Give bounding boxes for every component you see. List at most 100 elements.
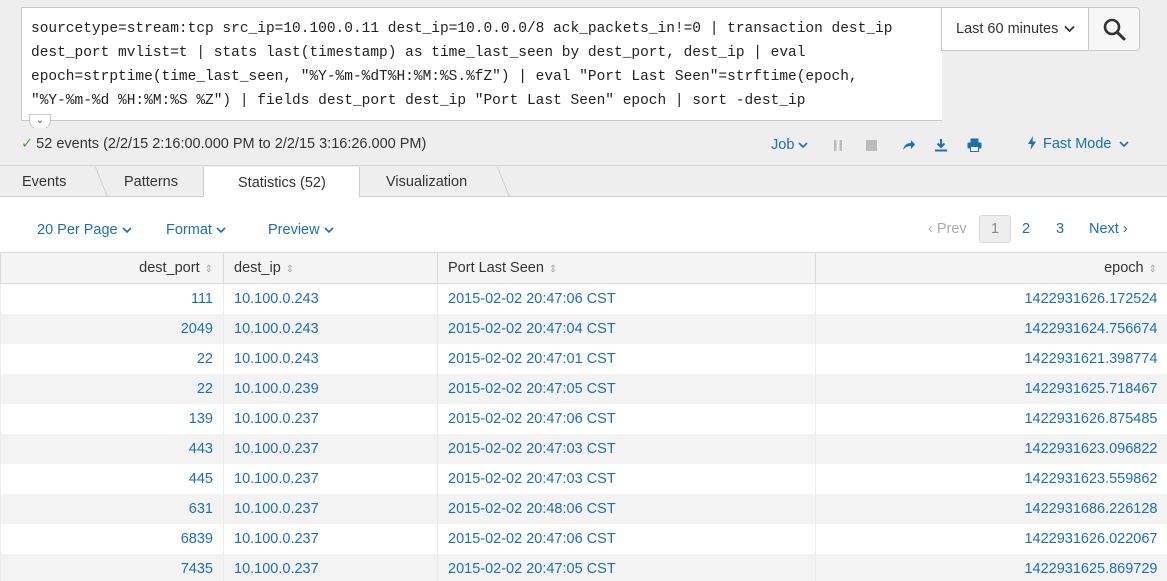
sort-icon: ⇕ (285, 264, 295, 275)
sort-icon: ⇕ (1148, 264, 1157, 275)
job-menu[interactable]: Job (771, 137, 808, 153)
search-button[interactable] (1088, 7, 1140, 51)
table-row: 445 10.100.0.237 2015-02-02 20:47:03 CST… (0, 463, 1167, 494)
pagination-page[interactable]: 3 (1056, 215, 1064, 243)
cell-dest-ip[interactable]: 10.100.0.237 (223, 403, 438, 434)
tab-visualization[interactable]: Visualization (386, 167, 467, 197)
cell-epoch[interactable]: 1422931625.869729 (815, 553, 1167, 581)
pagination-page[interactable]: 1 (979, 215, 1011, 243)
pagination-page[interactable]: 2 (1022, 215, 1030, 243)
format-menu[interactable]: Format (166, 222, 226, 238)
time-range-picker[interactable]: Last 60 minutes (941, 7, 1089, 51)
cell-port-last-seen[interactable]: 2015-02-02 20:47:04 CST (437, 313, 816, 344)
sort-icon: ⇕ (548, 264, 558, 275)
cell-dest-ip[interactable]: 10.100.0.237 (223, 493, 438, 524)
cell-dest-ip[interactable]: 10.100.0.243 (223, 313, 438, 344)
cell-dest-ip[interactable]: 10.100.0.243 (223, 343, 438, 374)
search-query-input[interactable]: sourcetype=stream:tcp src_ip=10.100.0.11… (31, 17, 931, 113)
tab-divider (496, 167, 511, 197)
table-row: 2049 10.100.0.243 2015-02-02 20:47:04 CS… (0, 313, 1167, 344)
sort-icon: ⇕ (204, 264, 213, 275)
column-header-epoch[interactable]: epoch ⇕ (815, 252, 1167, 284)
cell-port-last-seen[interactable]: 2015-02-02 20:47:05 CST (437, 553, 816, 581)
per-page-menu[interactable]: 20 Per Page (37, 222, 132, 238)
cell-epoch[interactable]: 1422931625.718467 (815, 373, 1167, 404)
search-bar: sourcetype=stream:tcp src_ip=10.100.0.11… (0, 0, 1167, 130)
cell-dest-ip[interactable]: 10.100.0.243 (223, 283, 438, 314)
table-row: 6839 10.100.0.237 2015-02-02 20:47:06 CS… (0, 523, 1167, 554)
cell-port-last-seen[interactable]: 2015-02-02 20:47:01 CST (437, 343, 816, 374)
cell-port-last-seen[interactable]: 2015-02-02 20:47:03 CST (437, 433, 816, 464)
search-icon (1103, 18, 1126, 41)
cell-dest-port[interactable]: 631 (0, 493, 224, 524)
tab-label: Events (22, 174, 67, 190)
table-row: 7435 10.100.0.237 2015-02-02 20:47:05 CS… (0, 553, 1167, 581)
prev-label: Prev (936, 221, 967, 237)
preview-menu[interactable]: Preview (268, 222, 334, 238)
statistics-panel: 20 Per Page Format Preview ‹ Prev 1 2 3 N… (0, 197, 1167, 581)
stop-icon[interactable] (862, 136, 880, 154)
cell-epoch[interactable]: 1422931623.096822 (815, 433, 1167, 464)
chevron-right-icon: › (1122, 221, 1128, 237)
tab-patterns[interactable]: Patterns (124, 167, 178, 197)
pagination-next[interactable]: Next › (1089, 215, 1128, 243)
chevron-down-icon (798, 142, 808, 149)
cell-epoch[interactable]: 1422931686.226128 (815, 493, 1167, 524)
format-label: Format (166, 222, 212, 238)
cell-epoch[interactable]: 1422931621.398774 (815, 343, 1167, 374)
column-header-dest-port[interactable]: dest_port ⇕ (0, 252, 224, 284)
pause-icon[interactable] (829, 136, 847, 154)
cell-dest-port[interactable]: 445 (0, 463, 224, 494)
cell-epoch[interactable]: 1422931624.756674 (815, 313, 1167, 344)
tab-label: Patterns (124, 174, 178, 190)
event-count-text: 52 events (2/2/15 2:16:00.000 PM to 2/2/… (36, 136, 427, 152)
column-header-port-last-seen[interactable]: Port Last Seen ⇕ (437, 252, 816, 284)
cell-epoch[interactable]: 1422931626.172524 (815, 283, 1167, 314)
cell-dest-port[interactable]: 7435 (0, 553, 224, 581)
check-icon: ✓ (21, 136, 34, 152)
cell-dest-ip[interactable]: 10.100.0.237 (223, 433, 438, 464)
cell-port-last-seen[interactable]: 2015-02-02 20:47:06 CST (437, 523, 816, 554)
cell-dest-port[interactable]: 139 (0, 403, 224, 434)
search-mode-menu[interactable]: Fast Mode (1027, 136, 1129, 152)
table-row: 111 10.100.0.243 2015-02-02 20:47:06 CST… (0, 283, 1167, 314)
table-row: 22 10.100.0.239 2015-02-02 20:47:05 CST … (0, 373, 1167, 404)
job-status-bar: ✓ 52 events (2/2/15 2:16:00.000 PM to 2/2… (0, 128, 1167, 166)
cell-port-last-seen[interactable]: 2015-02-02 20:47:05 CST (437, 373, 816, 404)
cell-dest-port[interactable]: 6839 (0, 523, 224, 554)
column-header-label: Port Last Seen (448, 260, 544, 276)
cell-port-last-seen[interactable]: 2015-02-02 20:48:06 CST (437, 493, 816, 524)
cell-epoch[interactable]: 1422931626.875485 (815, 403, 1167, 434)
export-icon[interactable] (932, 136, 950, 154)
pagination-prev[interactable]: ‹ Prev (928, 215, 967, 243)
cell-epoch[interactable]: 1422931626.022067 (815, 523, 1167, 554)
tab-statistics[interactable]: Statistics (52) (203, 167, 360, 198)
cell-epoch[interactable]: 1422931623.559862 (815, 463, 1167, 494)
cell-port-last-seen[interactable]: 2015-02-02 20:47:06 CST (437, 403, 816, 434)
cell-port-last-seen[interactable]: 2015-02-02 20:47:03 CST (437, 463, 816, 494)
column-header-label: dest_ip (234, 260, 281, 276)
cell-dest-port[interactable]: 22 (0, 343, 224, 374)
table-row: 443 10.100.0.237 2015-02-02 20:47:03 CST… (0, 433, 1167, 464)
table-row: 631 10.100.0.237 2015-02-02 20:48:06 CST… (0, 493, 1167, 524)
share-icon[interactable] (900, 136, 918, 154)
cell-dest-ip[interactable]: 10.100.0.239 (223, 373, 438, 404)
cell-dest-ip[interactable]: 10.100.0.237 (223, 463, 438, 494)
next-label: Next (1089, 221, 1119, 237)
results-table: dest_port ⇕ dest_ip ⇕ Port Last Seen ⇕ epoc… (0, 252, 1167, 581)
cell-dest-port[interactable]: 22 (0, 373, 224, 404)
cell-dest-port[interactable]: 443 (0, 433, 224, 464)
cell-dest-port[interactable]: 111 (0, 283, 224, 314)
cell-dest-port[interactable]: 2049 (0, 313, 224, 344)
search-query-box[interactable]: sourcetype=stream:tcp src_ip=10.100.0.11… (21, 7, 942, 121)
cell-dest-ip[interactable]: 10.100.0.237 (223, 523, 438, 554)
chevron-down-icon (216, 227, 226, 234)
page-number: 2 (1022, 221, 1031, 237)
print-icon[interactable] (965, 136, 983, 154)
column-header-dest-ip[interactable]: dest_ip ⇕ (223, 252, 438, 284)
cell-dest-ip[interactable]: 10.100.0.237 (223, 553, 438, 581)
tab-events[interactable]: Events (22, 167, 66, 197)
cell-port-last-seen[interactable]: 2015-02-02 20:47:06 CST (437, 283, 816, 314)
time-range-label: Last 60 minutes (956, 21, 1059, 37)
table-row: 139 10.100.0.237 2015-02-02 20:47:06 CST… (0, 403, 1167, 434)
